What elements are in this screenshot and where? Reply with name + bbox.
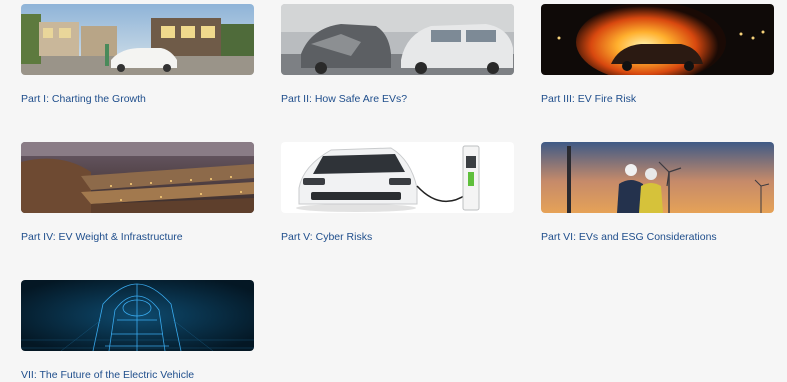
part-link-label[interactable]: Part I: Charting the Growth [21,92,254,106]
wireframe-car-photo-graphic [21,280,254,351]
engineers-wind-turbines-photo[interactable] [541,142,774,213]
report-parts-grid: Part I: Charting the Growth Part II: How… [0,0,787,382]
part-link-label[interactable]: Part IV: EV Weight & Infrastructure [21,230,254,244]
part-link-label[interactable]: Part II: How Safe Are EVs? [281,92,514,106]
part-link-label[interactable]: Part VI: EVs and ESG Considerations [541,230,774,244]
burning-car-photo-graphic [541,4,774,75]
engineers-wind-turbines-photo-graphic [541,142,774,213]
part-card-7[interactable]: VII: The Future of the Electric Vehicle [21,280,254,382]
burning-car-photo[interactable] [541,4,774,75]
crashed-cars-photo[interactable] [281,4,514,75]
aerial-parking-lot-photo-graphic [21,142,254,213]
crashed-cars-photo-graphic [281,4,514,75]
part-link-label[interactable]: Part III: EV Fire Risk [541,92,774,106]
part-card-5[interactable]: Part V: Cyber Risks [281,142,514,244]
ev-charger-photo-graphic [281,142,514,213]
part-card-1[interactable]: Part I: Charting the Growth [21,4,254,106]
part-link-label[interactable]: VII: The Future of the Electric Vehicle [21,368,254,382]
part-card-6[interactable]: Part VI: EVs and ESG Considerations [541,142,774,244]
part-card-3[interactable]: Part III: EV Fire Risk [541,4,774,106]
wireframe-car-hologram-photo[interactable] [21,280,254,351]
suburban-house-ev-charging-photo[interactable] [21,4,254,75]
part-link-label[interactable]: Part V: Cyber Risks [281,230,514,244]
white-ev-charger-photo[interactable] [281,142,514,213]
part-card-2[interactable]: Part II: How Safe Are EVs? [281,4,514,106]
part-card-4[interactable]: Part IV: EV Weight & Infrastructure [21,142,254,244]
aerial-parking-lot-night-photo[interactable] [21,142,254,213]
suburban-house-photo-graphic [21,4,254,75]
